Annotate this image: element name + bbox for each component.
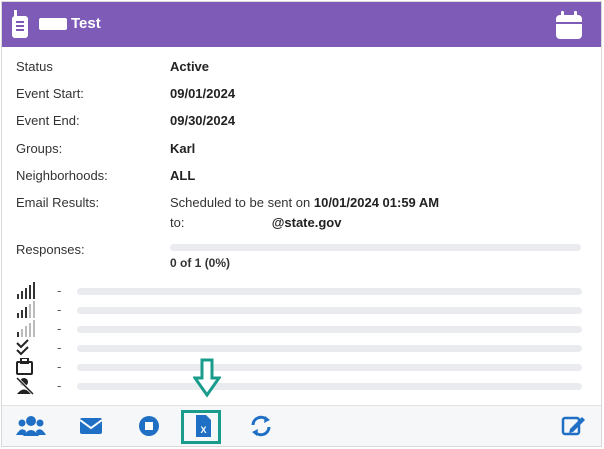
breakdown-value: -: [57, 378, 62, 393]
card-header: Test: [2, 2, 601, 47]
breakdown-value: -: [57, 359, 62, 374]
email-recipient: to: @state.gov: [170, 215, 342, 230]
breakdown-value: -: [57, 340, 62, 355]
breakdown-bar: [77, 288, 582, 295]
breakdown-row-signal-strong: -: [2, 282, 601, 300]
status-label: Status: [16, 59, 53, 74]
responses-summary: 0 of 1 (0%): [170, 256, 231, 270]
email-domain: @state.gov: [271, 215, 342, 230]
email-schedule-datetime: 10/01/2024 01:59 AM: [313, 195, 440, 210]
user-slash-icon: [16, 377, 35, 395]
breakdown-value: -: [57, 321, 62, 336]
groups-value: Karl: [170, 141, 196, 156]
breakdown-row-double-check: -: [2, 339, 601, 357]
walkie-talkie-icon: [12, 10, 28, 38]
event-card: Test Status Active Event Start: 09/01/20…: [1, 1, 602, 447]
breakdown-bar: [77, 326, 582, 333]
stop-icon[interactable]: [134, 412, 164, 440]
event-end-label: Event End:: [16, 113, 80, 128]
annotation-arrow-down: [193, 358, 221, 398]
edit-icon[interactable]: [558, 412, 588, 440]
breakdown-bar: [77, 383, 582, 390]
breakdown-bar: [77, 345, 582, 352]
responses-progress-bar: [170, 244, 581, 251]
breakdown-row-signal-medium: -: [2, 301, 601, 319]
breakdown-value: -: [57, 302, 62, 317]
redacted-block: [39, 18, 67, 31]
breakdown-bar: [77, 307, 582, 314]
responses-label: Responses:: [16, 242, 85, 257]
neighborhoods-value: ALL: [170, 168, 196, 183]
signal-medium-icon: [17, 301, 35, 318]
breakdown-value: -: [57, 283, 62, 298]
calendar-icon[interactable]: [555, 10, 583, 40]
card-footer-toolbar: X: [2, 405, 601, 446]
email-schedule: Scheduled to be sent on 10/01/2024 01:59…: [170, 195, 440, 210]
event-start-value: 09/01/2024: [170, 86, 236, 101]
status-value: Active: [170, 59, 210, 74]
neighborhoods-label: Neighborhoods:: [16, 168, 108, 183]
page-title: Test: [39, 15, 101, 32]
breakdown-row-briefcase: -: [2, 358, 601, 376]
event-end-value: 09/30/2024: [170, 113, 236, 128]
email-results-label: Email Results:: [16, 195, 100, 210]
breakdown-bar: [77, 364, 582, 371]
signal-weak-icon: [17, 320, 35, 337]
event-start-label: Event Start:: [16, 86, 84, 101]
users-icon[interactable]: [16, 412, 46, 440]
signal-strong-icon: [17, 282, 35, 299]
double-check-icon: [16, 339, 29, 356]
groups-label: Groups:: [16, 141, 63, 156]
annotation-highlight-box: [181, 410, 221, 444]
envelope-icon[interactable]: [76, 412, 106, 440]
briefcase-icon: [16, 358, 33, 375]
breakdown-row-user-slash: -: [2, 377, 601, 395]
breakdown-row-signal-weak: -: [2, 320, 601, 338]
sync-icon[interactable]: [246, 412, 276, 440]
